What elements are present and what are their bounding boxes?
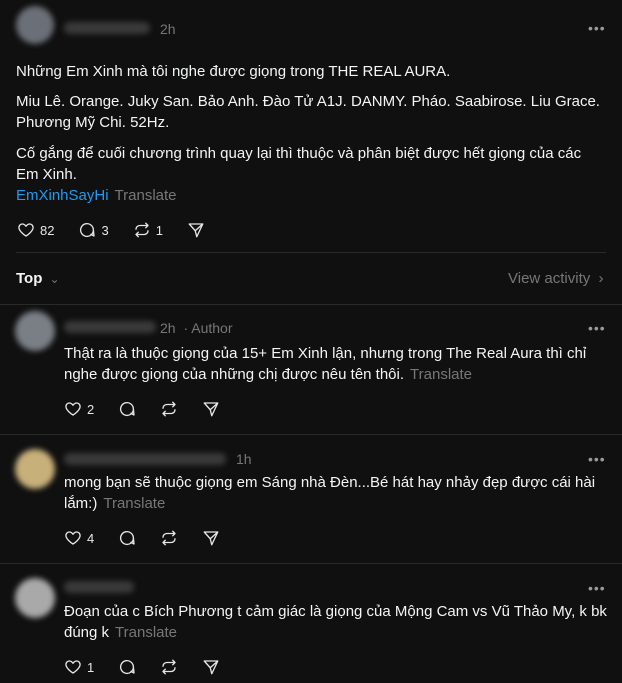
heart-icon [18, 223, 34, 237]
comment-text-2: nghe được giọng của những chị được nêu t… [64, 366, 405, 383]
like-count: 82 [40, 222, 55, 238]
hashtag-link[interactable]: EmXinhSayHi [16, 187, 109, 204]
like-count: 2 [87, 401, 95, 417]
heart-icon [65, 531, 81, 545]
comment-actions: 2 [64, 400, 244, 418]
sort-label: Top [16, 270, 43, 287]
repost-icon [162, 659, 176, 675]
post-time: 2h [160, 21, 176, 37]
author-badge: · Author [183, 320, 233, 336]
send-icon [203, 660, 219, 675]
translate-link[interactable]: Translate [115, 624, 177, 641]
reply-button[interactable] [118, 400, 136, 418]
post-text-4: Cố gắng để cuối chương trình quay lại th… [16, 145, 582, 162]
like-count: 1 [87, 659, 95, 675]
view-activity-link[interactable]: View activity › [508, 270, 603, 287]
more-options-icon[interactable]: ••• [588, 320, 606, 336]
comment-icon [120, 530, 135, 546]
repost-icon [162, 530, 176, 546]
comment-icon [80, 222, 96, 238]
translate-link[interactable]: Translate [410, 366, 472, 383]
avatar[interactable] [15, 578, 55, 618]
username-blurred[interactable] [64, 321, 156, 333]
avatar[interactable] [16, 6, 54, 44]
comment-time: 1h [236, 451, 252, 467]
like-button[interactable]: 1 [64, 658, 94, 676]
comment-text-2-row: nghe được giọng của những chị được nêu t… [64, 364, 472, 385]
translate-link[interactable]: Translate [103, 495, 165, 512]
comment-text-1: Đoạn của c Bích Phương t cảm giác là giọ… [64, 603, 607, 620]
like-button[interactable]: 4 [64, 529, 94, 547]
repost-button[interactable] [160, 658, 178, 676]
chevron-right-icon: › [598, 270, 604, 287]
share-button[interactable] [202, 400, 220, 418]
comment-text-1: mong bạn sẽ thuộc giọng em Sáng nhà Đèn.… [64, 474, 596, 491]
comment-text-2: lắm:) [64, 495, 98, 512]
repost-button[interactable] [160, 529, 178, 547]
send-icon [203, 531, 219, 546]
send-icon [188, 223, 204, 238]
reply-count: 3 [101, 222, 109, 238]
avatar[interactable] [15, 311, 55, 351]
comment-text-2-row: đúng k Translate [64, 622, 177, 643]
comment-actions: 4 [64, 529, 244, 547]
more-options-icon[interactable]: ••• [588, 451, 606, 467]
view-activity-label: View activity [508, 270, 591, 287]
heart-icon [65, 402, 81, 416]
heart-icon [65, 660, 81, 674]
avatar[interactable] [15, 449, 55, 489]
post-text-3: Phương Mỹ Chi. 52Hz. [16, 114, 170, 131]
share-button[interactable] [202, 529, 220, 547]
repost-count: 1 [155, 222, 163, 238]
reply-button[interactable]: 3 [78, 221, 109, 239]
post-text-1: Những Em Xinh mà tôi nghe được giọng tro… [16, 63, 451, 80]
repost-button[interactable]: 1 [133, 221, 163, 239]
comment-time: 2h · Author [160, 320, 233, 336]
post-tags-row: EmXinhSayHi Translate [16, 185, 177, 206]
repost-button[interactable] [160, 400, 178, 418]
like-button[interactable]: 2 [64, 400, 94, 418]
translate-link[interactable]: Translate [115, 187, 177, 204]
like-button[interactable]: 82 [17, 221, 54, 239]
reply-button[interactable] [118, 529, 136, 547]
like-count: 4 [87, 530, 95, 546]
more-options-icon[interactable]: ••• [588, 580, 606, 596]
divider [0, 304, 622, 305]
divider [0, 563, 622, 564]
more-options-icon[interactable]: ••• [588, 20, 606, 36]
post-text-5: Em Xinh. [16, 166, 77, 183]
post-actions: 82 3 1 [17, 221, 229, 239]
comment-text-2-row: lắm:) Translate [64, 493, 165, 514]
username-blurred[interactable] [64, 22, 150, 34]
share-button[interactable] [202, 658, 220, 676]
username-blurred[interactable] [64, 453, 226, 465]
comment-text-1: Thật ra là thuộc giọng của 15+ Em Xinh l… [64, 345, 587, 362]
comment-icon [120, 659, 135, 675]
comment-icon [120, 401, 135, 417]
divider [0, 434, 622, 435]
share-button[interactable] [187, 221, 205, 239]
chevron-down-icon: ⌄ [49, 272, 60, 286]
username-blurred[interactable] [64, 581, 134, 593]
send-icon [203, 402, 219, 417]
sort-dropdown[interactable]: Top ⌄ [16, 270, 60, 287]
comment-text-2: đúng k [64, 624, 110, 641]
repost-icon [162, 401, 176, 417]
divider [16, 252, 606, 253]
post-text-2: Miu Lê. Orange. Juky San. Bảo Anh. Đào T… [16, 93, 600, 110]
comment-time-value: 2h [160, 320, 176, 336]
reply-button[interactable] [118, 658, 136, 676]
comment-actions: 1 [64, 658, 244, 676]
repost-icon [135, 222, 149, 238]
